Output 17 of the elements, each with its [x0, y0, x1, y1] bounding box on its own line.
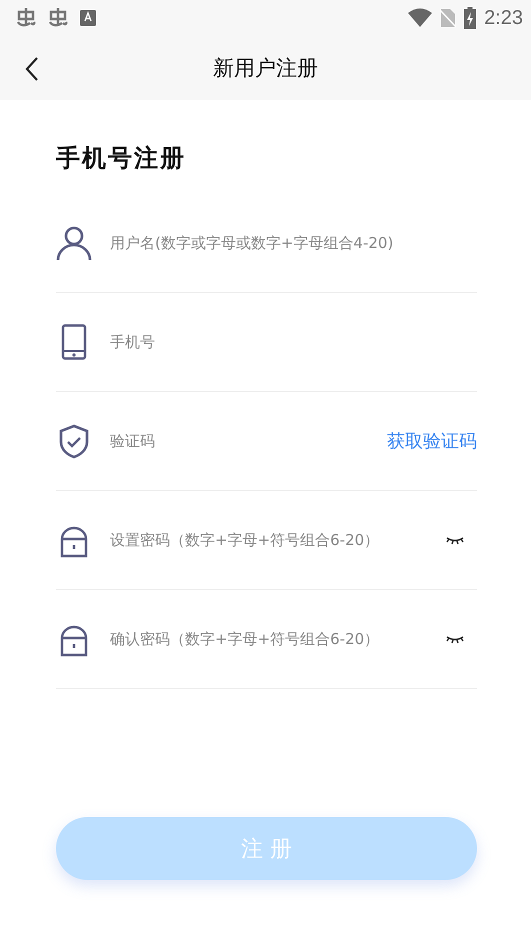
input-field[interactable]: 用户名(数字或字母或数字+字母组合4-20) — [110, 234, 477, 252]
input-field[interactable]: 验证码 — [110, 432, 369, 450]
battery-icon — [464, 7, 476, 29]
back-icon — [25, 56, 39, 82]
input-field[interactable]: 确认密码（数字+字母+符号组合6-20） — [110, 630, 427, 648]
no-sim-icon — [440, 8, 456, 28]
status-time: 2:23 — [484, 6, 523, 30]
form-heading: 手机号注册 — [56, 143, 187, 174]
input-field[interactable]: 设置密码（数字+字母+符号组合6-20） — [110, 531, 427, 549]
input-field[interactable]: 手机号 — [110, 333, 477, 351]
closed-eye-icon[interactable] — [445, 634, 465, 644]
wifi-icon — [408, 8, 432, 28]
closed-eye-icon[interactable] — [445, 535, 465, 545]
page-title: 新用户注册 — [213, 55, 318, 82]
keyboard-notification-icon — [80, 10, 96, 26]
get-code-link[interactable]: 获取验证码 — [387, 429, 477, 453]
person-icon — [56, 225, 92, 261]
